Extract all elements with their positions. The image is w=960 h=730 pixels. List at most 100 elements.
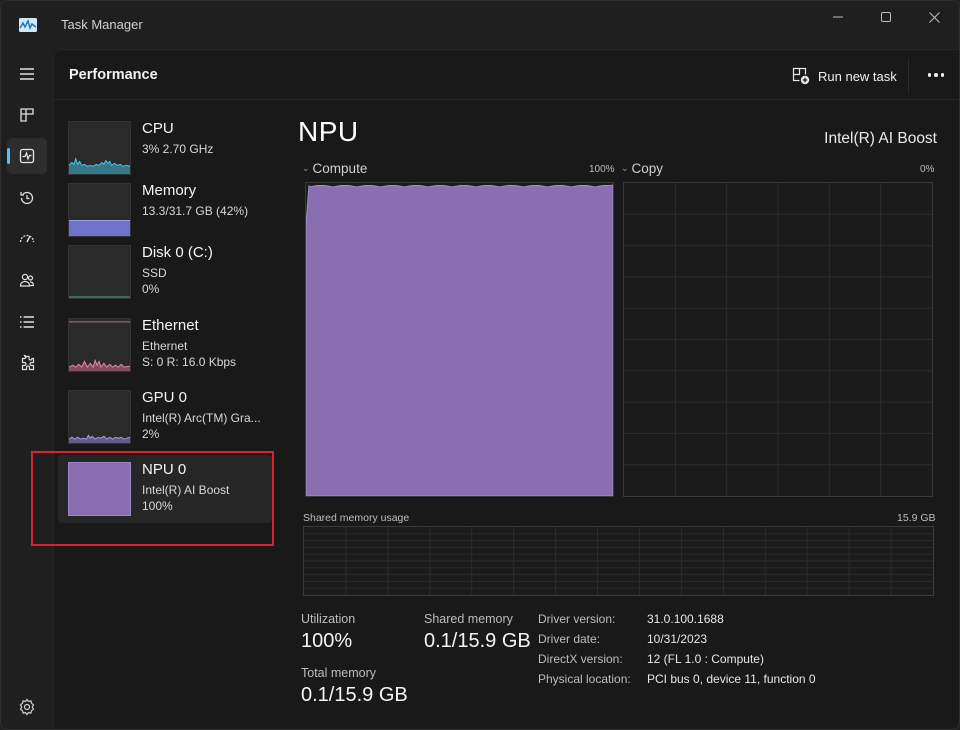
compute-graph-selector[interactable]: ⌄ Compute	[302, 161, 367, 176]
physical-location-value: PCI bus 0, device 11, function 0	[647, 672, 816, 686]
device-detail: Intel(R) AI Boost	[142, 483, 230, 497]
ethernet-sparkline	[69, 321, 130, 371]
device-item-npu[interactable]: NPU 0 Intel(R) AI Boost 100%	[58, 455, 272, 523]
copy-graph-label: Copy	[631, 161, 664, 176]
driver-version-label: Driver version:	[538, 612, 616, 626]
page-title: Performance	[69, 67, 158, 83]
utilization-value: 100%	[301, 630, 353, 652]
directx-version-value: 12 (FL 1.0 : Compute)	[647, 652, 764, 666]
device-detail: 100%	[142, 499, 173, 513]
hamburger-icon	[20, 68, 34, 80]
close-icon	[928, 11, 940, 23]
active-indicator	[7, 148, 10, 164]
device-name: Ethernet	[142, 317, 199, 334]
services-puzzle-icon	[21, 354, 35, 371]
nav-details[interactable]	[7, 304, 47, 340]
nav-app-history[interactable]	[7, 180, 47, 216]
window-title: Task Manager	[61, 17, 143, 32]
nav-users[interactable]	[7, 262, 47, 298]
total-memory-label: Total memory	[301, 666, 377, 680]
disk-thumbnail-graph	[68, 245, 131, 299]
device-detail: 2%	[142, 427, 160, 441]
more-dot	[934, 73, 938, 77]
performance-icon	[19, 148, 35, 164]
copy-graph-selector[interactable]: ⌄ Copy	[621, 161, 663, 176]
cpu-sparkline	[69, 157, 130, 174]
device-item-disk[interactable]: Disk 0 (C:) SSD 0%	[58, 238, 272, 306]
driver-date-label: Driver date:	[538, 632, 601, 646]
performance-page: Performance Run new task CPU 3% 2.70 GHz…	[31, 49, 959, 729]
maximize-icon	[881, 12, 891, 22]
device-title: NPU	[298, 116, 359, 147]
page-header: Performance Run new task	[54, 50, 959, 100]
driver-version-value: 31.0.100.1688	[647, 612, 724, 626]
chevron-down-icon: ⌄	[302, 163, 310, 173]
history-icon	[20, 191, 34, 205]
compute-usage-area	[306, 184, 613, 496]
shared-memory-label: Shared memory	[424, 612, 513, 626]
disk-sparkline	[69, 296, 130, 298]
nav-services[interactable]	[7, 345, 47, 381]
physical-location-label: Physical location:	[538, 672, 631, 686]
driver-date-value: 10/31/2023	[647, 632, 708, 646]
copy-graph	[623, 182, 933, 497]
task-manager-app-icon	[19, 18, 37, 32]
copy-graph-max: 0%	[920, 164, 935, 175]
nav-startup-apps[interactable]	[7, 221, 47, 257]
device-detail: S: 0 R: 16.0 Kbps	[142, 355, 237, 369]
device-detail: Intel(R) Arc(TM) Gra...	[142, 411, 261, 425]
device-name: CPU	[142, 120, 174, 137]
device-name: Memory	[142, 182, 197, 199]
run-new-task-button[interactable]: Run new task	[792, 64, 897, 88]
device-detail: SSD	[142, 266, 167, 280]
more-dot	[940, 73, 945, 77]
device-name: GPU 0	[142, 389, 188, 406]
device-item-ethernet[interactable]: Ethernet Ethernet S: 0 R: 16.0 Kbps	[58, 311, 272, 379]
compute-graph-svg	[306, 183, 613, 496]
total-memory-value: 0.1/15.9 GB	[301, 684, 408, 706]
cpu-thumbnail-graph	[68, 121, 131, 175]
directx-version-label: DirectX version:	[538, 652, 623, 666]
nav-processes[interactable]	[7, 97, 47, 133]
npu-thumbnail-graph	[68, 462, 131, 516]
utilization-label: Utilization	[301, 612, 356, 626]
device-item-cpu[interactable]: CPU 3% 2.70 GHz	[58, 114, 272, 182]
more-options-button[interactable]	[922, 62, 950, 88]
gpu-sparkline	[69, 434, 130, 443]
task-manager-window: Task Manager Performance Run new task CP…	[0, 0, 960, 730]
chevron-down-icon: ⌄	[621, 163, 629, 173]
run-new-task-label: Run new task	[818, 68, 897, 84]
device-detail: 0%	[142, 282, 160, 296]
shared-memory-value: 0.1/15.9 GB	[424, 630, 531, 652]
device-detail: 13.3/31.7 GB (42%)	[142, 204, 249, 218]
device-item-memory[interactable]: Memory 13.3/31.7 GB (42%)	[58, 176, 272, 244]
close-button[interactable]	[911, 1, 957, 33]
compute-graph-label: Compute	[312, 161, 368, 176]
processes-icon	[20, 108, 34, 122]
title-bar: Task Manager	[1, 1, 959, 49]
compute-graph-max: 100%	[589, 164, 615, 175]
shared-memory-graph-label: Shared memory usage	[303, 512, 410, 524]
details-list-icon	[20, 316, 34, 328]
minimize-button[interactable]	[815, 1, 861, 33]
gear-icon[interactable]	[17, 697, 37, 717]
shared-memory-graph	[303, 526, 934, 596]
maximize-button[interactable]	[863, 1, 909, 33]
shared-memory-graph-max: 15.9 GB	[897, 512, 936, 524]
nav-menu-button[interactable]	[7, 56, 47, 92]
nav-performance[interactable]	[7, 138, 47, 174]
device-item-gpu[interactable]: GPU 0 Intel(R) Arc(TM) Gra... 2%	[58, 383, 272, 451]
device-detail: Ethernet	[142, 339, 188, 353]
device-name: NPU 0	[142, 461, 187, 478]
device-model: Intel(R) AI Boost	[824, 130, 937, 147]
device-detail: 3% 2.70 GHz	[142, 142, 214, 156]
memory-thumbnail-graph	[68, 183, 131, 237]
device-name: Disk 0 (C:)	[142, 244, 213, 261]
memory-usage-fill	[69, 220, 130, 236]
run-new-task-icon	[792, 67, 810, 85]
navigation-rail	[1, 49, 53, 729]
more-dot	[927, 73, 932, 77]
shared-memory-graph-svg	[304, 527, 933, 595]
minimize-icon	[833, 16, 843, 18]
gpu-thumbnail-graph	[68, 390, 131, 444]
